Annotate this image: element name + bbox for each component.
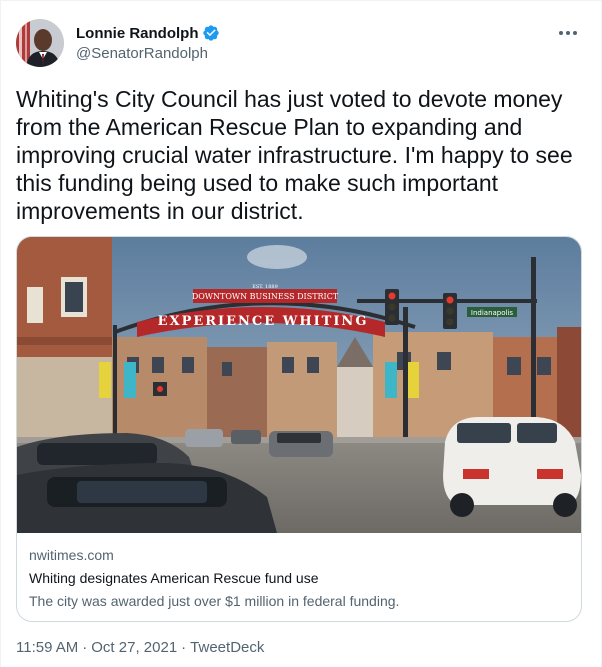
author-display-name[interactable]: Lonnie Randolph	[76, 25, 198, 42]
street-sign-text: Indianapolis	[471, 309, 514, 317]
tweet-meta-row: 11:59 AM · Oct 27, 2021 · TweetDeck	[16, 639, 264, 656]
card-image: DOWNTOWN BUSINESS DISTRICT EST. 1889 EXP…	[17, 237, 581, 533]
tweet-text: Whiting's City Council has just voted to…	[16, 86, 573, 224]
tweet-date-link[interactable]: Oct 27, 2021	[91, 639, 177, 656]
tweet-source-link[interactable]: TweetDeck	[190, 639, 264, 656]
tweet[interactable]: Lonnie Randolph @SenatorRandolph Whiting…	[0, 0, 602, 667]
meta-separator: ·	[82, 639, 88, 656]
sign-est-text: EST. 1889	[252, 284, 278, 290]
author-avatar[interactable]	[16, 19, 64, 67]
card-domain: nwitimes.com	[29, 547, 114, 563]
tweet-time-link[interactable]: 11:59 AM	[16, 639, 78, 656]
card-description: The city was awarded just over $1 millio…	[29, 593, 400, 609]
sign-main-text: EXPERIENCE WHITING	[158, 314, 369, 329]
verified-badge-icon	[202, 24, 220, 42]
sign-top-text: DOWNTOWN BUSINESS DISTRICT	[192, 292, 339, 301]
card-title: Whiting designates American Rescue fund …	[29, 570, 319, 586]
author-handle[interactable]: @SenatorRandolph	[76, 45, 208, 62]
meta-separator: ·	[181, 639, 187, 656]
link-preview-card[interactable]: DOWNTOWN BUSINESS DISTRICT EST. 1889 EXP…	[16, 236, 582, 622]
avatar-photo	[16, 19, 64, 67]
more-options-icon[interactable]	[557, 23, 579, 43]
